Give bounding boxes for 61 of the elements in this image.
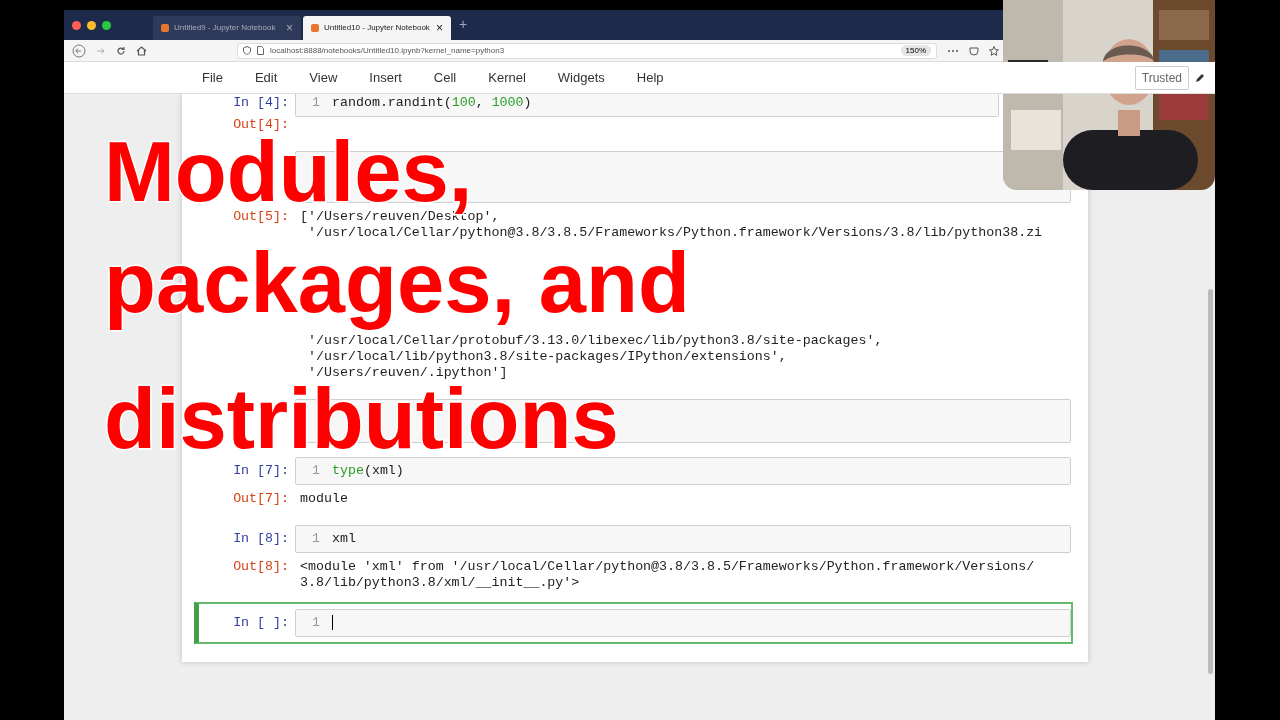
pencil-icon[interactable]: [1195, 72, 1205, 83]
output-line: module: [300, 491, 348, 507]
code-cell[interactable]: 1 random.randint(100, 1000): [295, 94, 999, 117]
close-tab-button[interactable]: ×: [436, 22, 443, 34]
close-tab-button[interactable]: ×: [286, 22, 293, 34]
output-line: 3.8/lib/python3.8/xml/__init__.py'>: [300, 575, 581, 591]
jupyter-icon: [161, 24, 169, 32]
back-icon[interactable]: [72, 43, 86, 58]
menu-item[interactable]: Kernel: [488, 67, 526, 88]
menu-item[interactable]: Help: [636, 67, 664, 88]
line-number: 1: [312, 615, 320, 630]
code-cell[interactable]: 1 xml: [295, 525, 1071, 553]
code-line: xml: [332, 531, 356, 547]
zoom-level[interactable]: 150%: [900, 45, 931, 56]
input-prompt: In [ ]:: [233, 615, 289, 630]
minimize-window-icon[interactable]: [87, 20, 96, 30]
trusted-indicator[interactable]: Trusted: [1134, 65, 1189, 90]
input-prompt: In [4]:: [233, 95, 289, 110]
output-line: '/usr/local/Cellar/protobuf/3.13.0/libexec/lib/python3.8/site-packages',: [306, 333, 884, 349]
tab-title: Untitled10 - Jupyter Notebook: [324, 22, 431, 34]
title-line: distributions: [104, 381, 619, 457]
output-line: '/usr/local/lib/python3.8/site-packages/IPython/extensions',: [306, 349, 788, 365]
zoom-window-icon[interactable]: [102, 20, 111, 30]
reload-icon[interactable]: [116, 45, 126, 56]
output-line: '/Users/reuven/.ipython']: [306, 365, 509, 381]
close-window-icon[interactable]: [72, 20, 81, 30]
browser-tab[interactable]: Untitled9 - Jupyter Notebook ×: [153, 16, 301, 40]
browser-tab[interactable]: Untitled10 - Jupyter Notebook ×: [303, 16, 451, 40]
input-prompt: In [7]:: [233, 463, 289, 478]
title-line: packages, and: [104, 245, 690, 331]
line-number: 1: [312, 531, 320, 546]
menu-item[interactable]: File: [202, 67, 223, 88]
star-icon[interactable]: [989, 45, 999, 56]
more-icon[interactable]: [947, 48, 959, 53]
jupyter-icon: [311, 24, 319, 32]
code-line: type(xml): [332, 463, 404, 479]
address-bar[interactable]: localhost:8888/notebooks/Untitled10.ipynb?kernel_name=python3 150%: [237, 42, 937, 59]
menu-item[interactable]: View: [309, 67, 338, 88]
output-prompt: Out[7]:: [233, 491, 289, 506]
menu-item[interactable]: Edit: [254, 67, 278, 88]
text-cursor: [332, 615, 333, 630]
output-prompt: Out[8]:: [233, 559, 289, 574]
output-prompt: Out[4]:: [233, 117, 289, 132]
menu-item[interactable]: Widgets: [557, 67, 605, 88]
scrollbar[interactable]: [1208, 289, 1213, 674]
code-line: random.randint(100, 1000): [332, 95, 532, 111]
line-number: 1: [312, 95, 320, 110]
selected-cell[interactable]: In [ ]: 1: [194, 602, 1073, 644]
output-line: <module 'xml' from '/usr/local/Cellar/python@3.8/3.8.5/Frameworks/Python.framework/Versions/: [300, 559, 1035, 575]
menu-item[interactable]: Insert: [369, 67, 402, 88]
line-number: 1: [312, 463, 320, 478]
new-tab-button[interactable]: +: [453, 14, 474, 40]
home-icon[interactable]: [136, 45, 147, 56]
output-line: '/usr/local/Cellar/python@3.8/3.8.5/Frameworks/Python.framework/Versions/3.8/lib/python38.zi: [306, 225, 1043, 241]
page-icon: [257, 46, 264, 55]
url-text: localhost:8888/notebooks/Untitled10.ipynb?kernel_name=python3: [270, 44, 506, 57]
code-cell[interactable]: 1 type(xml): [295, 457, 1071, 485]
shield-icon: [243, 46, 251, 55]
input-prompt: In [8]:: [233, 531, 289, 546]
tab-title: Untitled9 - Jupyter Notebook: [174, 22, 277, 34]
menu-item[interactable]: Cell: [433, 67, 457, 88]
